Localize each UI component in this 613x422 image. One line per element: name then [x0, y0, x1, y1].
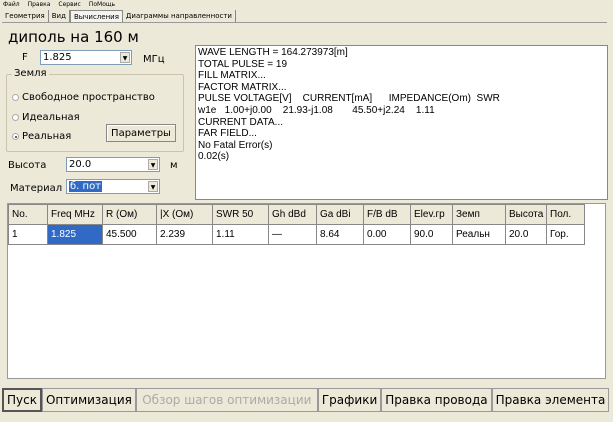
chevron-down-icon[interactable]: ▼: [148, 159, 158, 170]
col-swr[interactable]: SWR 50: [212, 204, 269, 225]
cell[interactable]: 1: [8, 224, 48, 245]
menu-file[interactable]: Файл: [3, 0, 20, 9]
menu-help[interactable]: ПоМощь: [89, 0, 115, 9]
output-line: FAR FIELD...: [198, 128, 257, 140]
cell[interactable]: 90.0: [410, 224, 453, 245]
edit-wire-button[interactable]: Правка провода: [381, 388, 492, 412]
height-unit: м: [170, 160, 178, 171]
radio-icon: [12, 94, 19, 101]
radio-label: Реальная: [22, 131, 72, 142]
radio-label: Идеальная: [22, 112, 80, 123]
menu-bar: Файл Правка Сервис ПоМощь: [0, 0, 115, 9]
height-combo[interactable]: 20.0 ▼: [66, 157, 160, 172]
col-height[interactable]: Высота: [505, 204, 547, 225]
antenna-title: диполь на 160 м: [8, 28, 139, 46]
params-button[interactable]: Параметры: [106, 124, 176, 142]
cell-selected[interactable]: 1.825: [47, 224, 103, 245]
output-line: CURRENT DATA...: [198, 116, 284, 128]
tab-calculations[interactable]: Вычисления: [69, 10, 123, 22]
tab-patterns[interactable]: Диаграммы направленности: [123, 10, 236, 22]
graphs-button[interactable]: Графики: [317, 388, 382, 412]
menu-edit[interactable]: Правка: [28, 0, 51, 9]
optimization-steps-button: Обзор шагов оптимизации: [135, 388, 318, 412]
output-line: No Fatal Error(s): [198, 139, 273, 151]
cell[interactable]: 1.11: [212, 224, 269, 245]
col-gh[interactable]: Gh dBd: [268, 204, 317, 225]
cell[interactable]: 8.64: [316, 224, 364, 245]
col-ga[interactable]: Ga dBi: [316, 204, 364, 225]
cell[interactable]: 0.00: [363, 224, 411, 245]
chevron-down-icon[interactable]: ▼: [120, 52, 130, 63]
tab-geometry[interactable]: Геометрия: [2, 10, 49, 22]
run-button[interactable]: Пуск: [2, 388, 42, 412]
radio-checked-icon: [12, 133, 19, 140]
freq-label: F: [22, 52, 28, 63]
radio-real[interactable]: Реальная: [12, 131, 71, 142]
chevron-down-icon[interactable]: ▼: [148, 181, 158, 192]
radio-icon: [12, 114, 19, 121]
table-row[interactable]: 1 1.825 45.500 2.239 1.11 — 8.64 0.00 90…: [8, 224, 585, 245]
col-fb[interactable]: F/B dB: [363, 204, 411, 225]
material-label: Материал: [10, 183, 63, 194]
cell[interactable]: 45.500: [102, 224, 157, 245]
output-line: w1e 1.00+j0.00 21.93-j1.08 45.50+j2.24 1…: [198, 104, 435, 116]
optimize-button[interactable]: Оптимизация: [41, 388, 136, 412]
cell[interactable]: —: [268, 224, 317, 245]
action-bar: Пуск Оптимизация Обзор шагов оптимизации…: [2, 388, 610, 412]
col-pol[interactable]: Пол.: [546, 204, 585, 225]
radio-free-space[interactable]: Свободное пространство: [12, 92, 155, 103]
output-line: TOTAL PULSE = 19: [198, 58, 288, 70]
freq-value: 1.825: [43, 52, 72, 63]
cell[interactable]: 2.239: [156, 224, 213, 245]
radio-ideal[interactable]: Идеальная: [12, 112, 80, 123]
cell[interactable]: Реальн: [452, 224, 506, 245]
col-x[interactable]: |X (Ом): [156, 204, 213, 225]
edit-element-button[interactable]: Правка элемента: [491, 388, 610, 412]
cell[interactable]: 20.0: [505, 224, 547, 245]
output-line: FACTOR MATRIX...: [198, 81, 287, 93]
col-ground[interactable]: Земп: [452, 204, 506, 225]
col-elev[interactable]: Elev.гр: [410, 204, 453, 225]
menu-service[interactable]: Сервис: [58, 0, 80, 9]
output-line: PULSE VOLTAGE[V] CURRENT[mA] IMPEDANCE(O…: [198, 93, 500, 105]
radio-label: Свободное пространство: [22, 92, 155, 103]
freq-combo[interactable]: 1.825 ▼: [40, 50, 132, 65]
material-combo[interactable]: б. пот ▼: [66, 179, 160, 194]
cell[interactable]: Гор.: [546, 224, 585, 245]
calc-output[interactable]: WAVE LENGTH = 164.273973[m] TOTAL PULSE …: [195, 45, 608, 200]
table-header-row: No. Freq MHz R (Ом) |X (Ом) SWR 50 Gh dB…: [8, 204, 585, 225]
freq-unit: МГц: [143, 54, 165, 65]
ground-title: Земля: [12, 68, 49, 79]
height-value: 20.0: [69, 159, 92, 170]
col-r[interactable]: R (Ом): [102, 204, 157, 225]
output-line: WAVE LENGTH = 164.273973[m]: [198, 47, 348, 58]
tab-view[interactable]: Вид: [49, 10, 70, 22]
height-label: Высота: [8, 160, 47, 171]
material-value: б. пот: [69, 181, 103, 192]
col-freq[interactable]: Freq MHz: [47, 204, 103, 225]
col-no[interactable]: No.: [8, 204, 48, 225]
results-grid[interactable]: No. Freq MHz R (Ом) |X (Ом) SWR 50 Gh dB…: [7, 203, 606, 379]
tab-bar: Геометрия Вид Вычисления Диаграммы напра…: [2, 10, 607, 23]
output-line: 0.02(s): [198, 151, 230, 163]
output-line: FILL MATRIX...: [198, 70, 266, 82]
